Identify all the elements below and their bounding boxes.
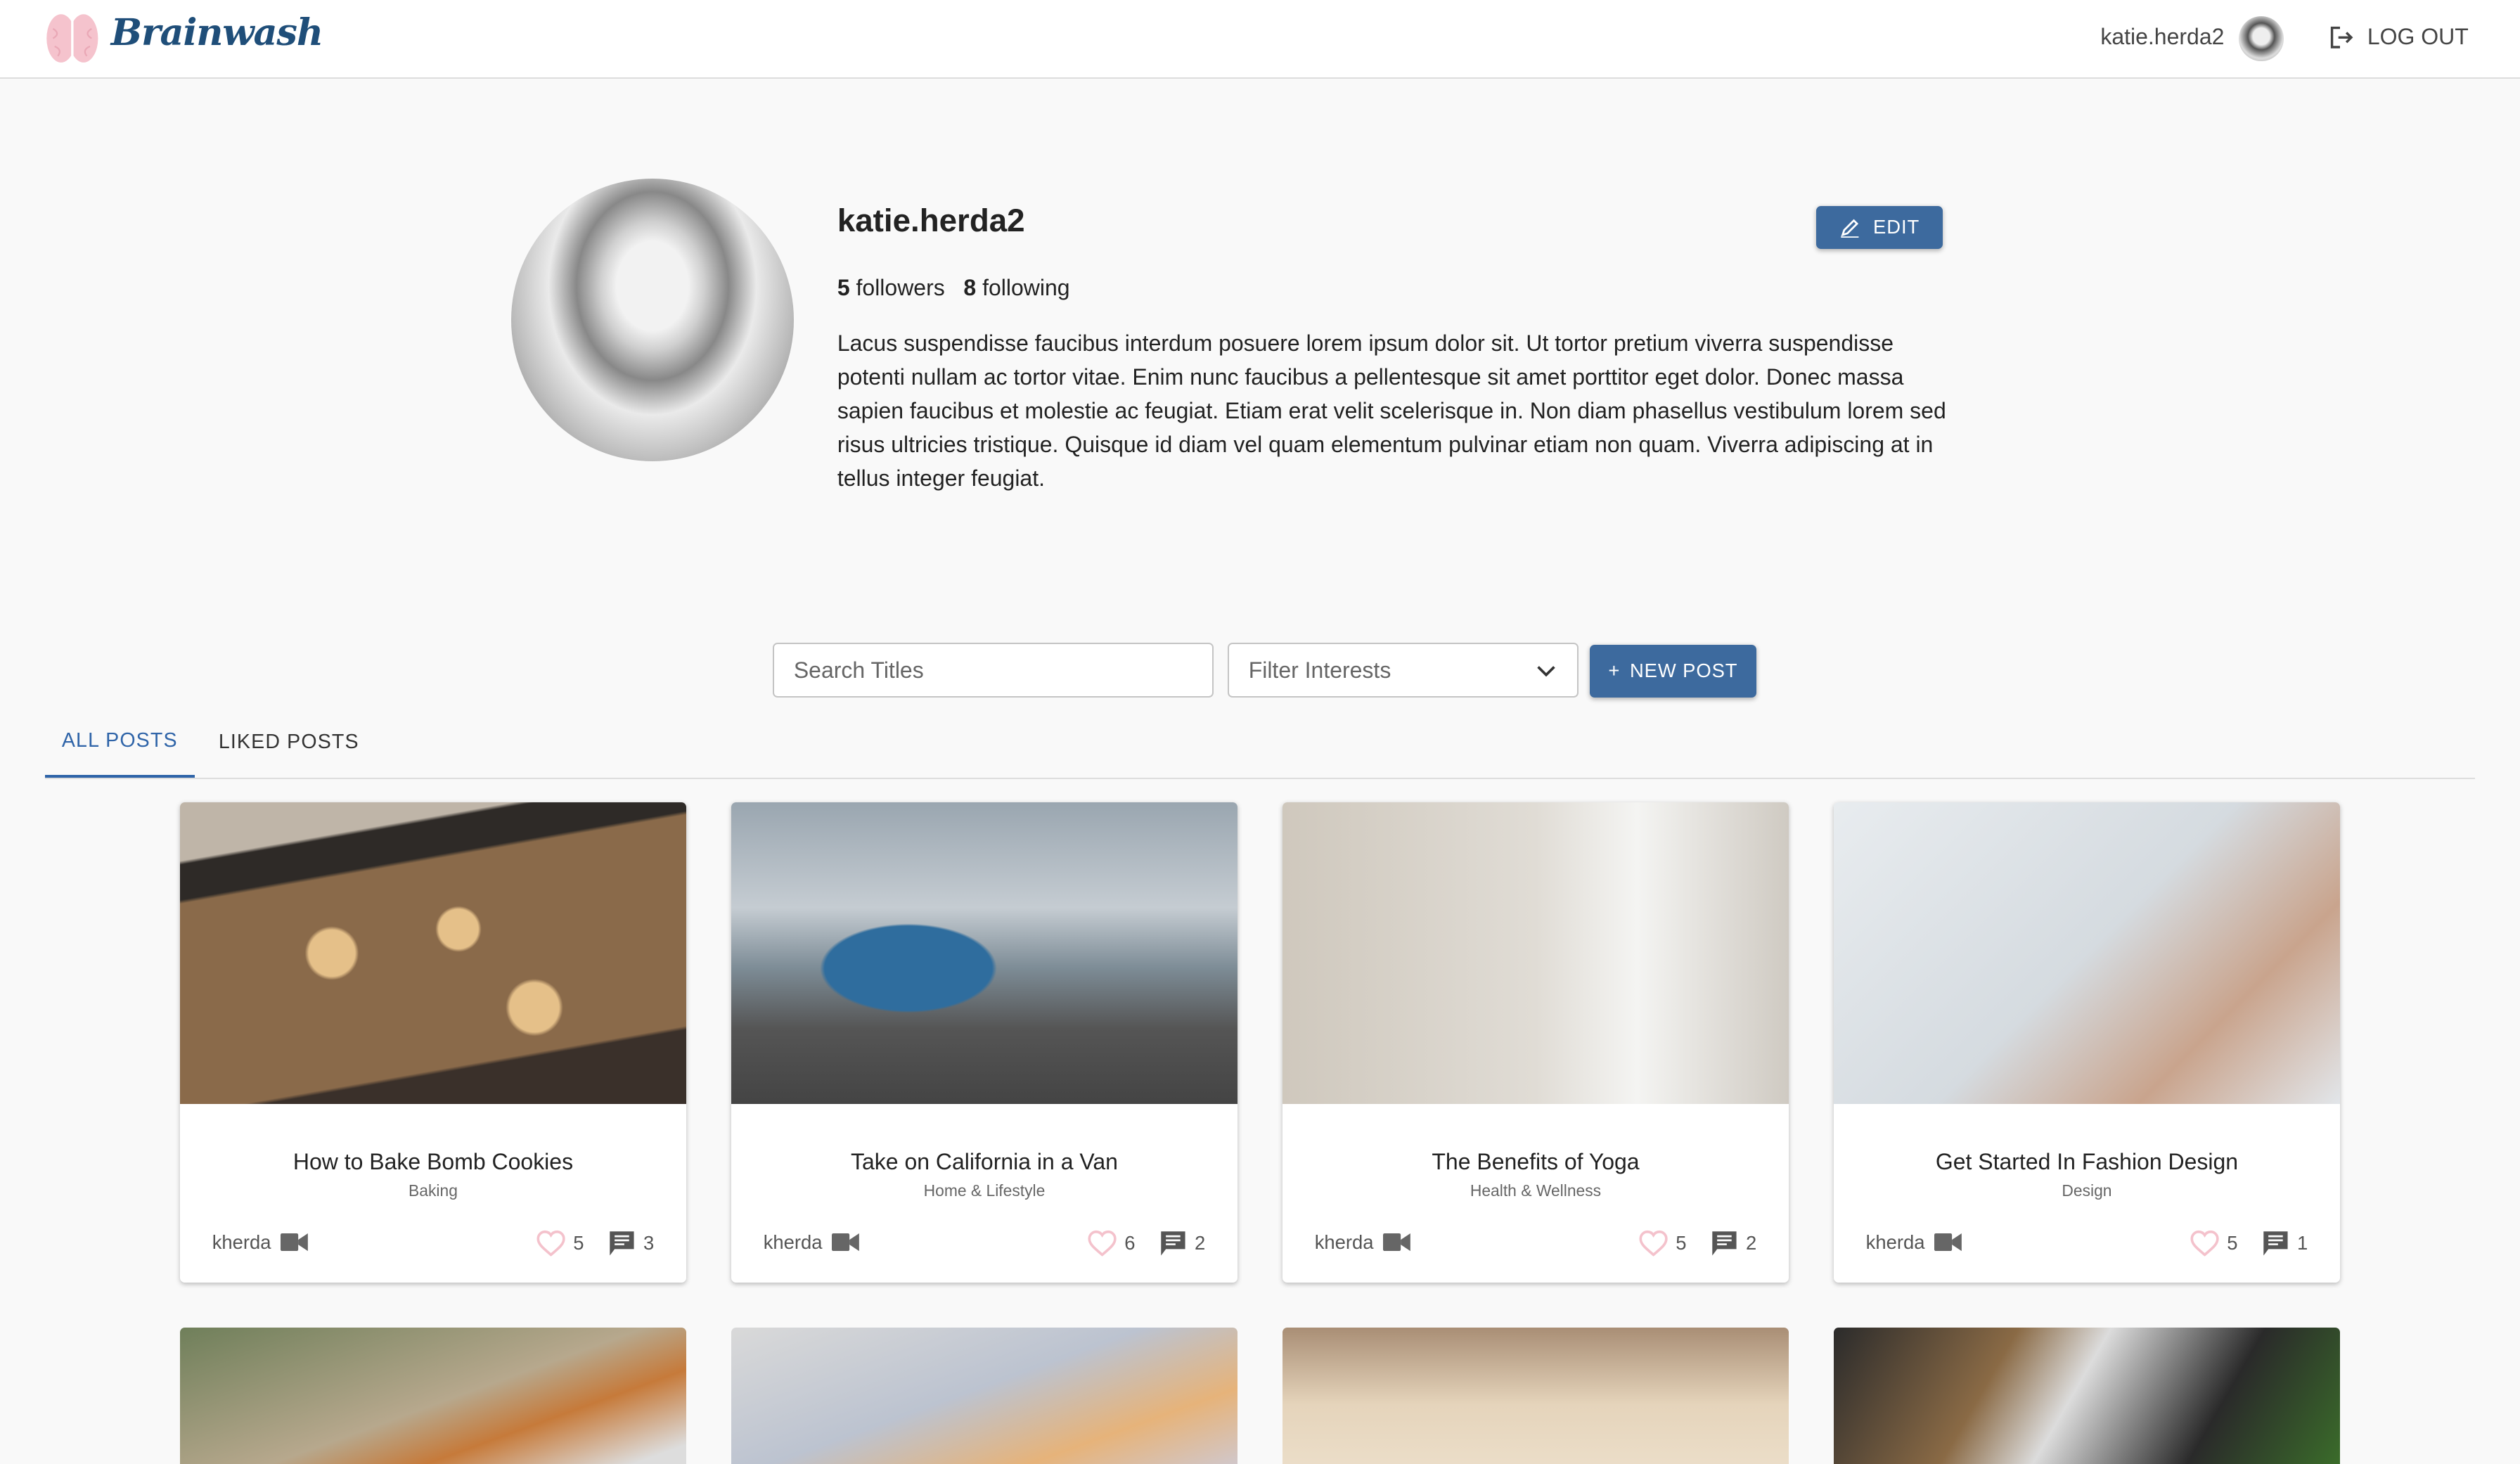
post-category: Health & Wellness	[1470, 1181, 1602, 1200]
comments-count: 2	[1746, 1231, 1757, 1254]
post-tabs: ALL POSTS LIKED POSTS	[44, 707, 2475, 780]
author-name[interactable]: kherda	[1866, 1231, 1925, 1254]
post-card[interactable]: How to Bake Bomb Cookies Baking kherda 5…	[179, 802, 686, 1283]
post-card-image[interactable]	[1282, 802, 1789, 1105]
filter-interests-select[interactable]: Filter Interests	[1228, 643, 1579, 698]
heart-icon[interactable]	[536, 1230, 565, 1257]
post-author: kherda	[1315, 1231, 1411, 1254]
followers-count[interactable]: 5	[837, 275, 850, 300]
post-title[interactable]: The Benefits of Yoga	[1282, 1149, 1789, 1175]
followers-label[interactable]: followers	[856, 275, 945, 300]
comment-icon[interactable]	[2262, 1230, 2289, 1257]
header-username[interactable]: katie.herda2	[2100, 24, 2224, 50]
post-card-image[interactable]	[1282, 1327, 1789, 1464]
video-icon	[1934, 1233, 1962, 1252]
post-author: kherda	[764, 1231, 860, 1254]
post-stats: 5 3	[536, 1230, 655, 1257]
new-post-label: NEW POST	[1629, 660, 1738, 682]
post-author: kherda	[1866, 1231, 1962, 1254]
logout-label: LOG OUT	[2367, 24, 2469, 50]
pencil-icon	[1841, 219, 1859, 238]
edit-profile-button[interactable]: EDIT	[1815, 205, 1943, 250]
post-stats: 5 2	[1639, 1230, 1757, 1257]
likes-count: 6	[1124, 1231, 1136, 1254]
header-avatar[interactable]	[2238, 15, 2284, 61]
logout-button[interactable]: LOG OUT	[2329, 24, 2469, 50]
chevron-down-icon	[1537, 666, 1555, 677]
post-title[interactable]: Get Started In Fashion Design	[1834, 1149, 2340, 1175]
search-titles-input[interactable]: Search Titles	[773, 643, 1214, 698]
comment-icon[interactable]	[608, 1230, 636, 1257]
post-category: Home & Lifestyle	[923, 1181, 1046, 1200]
post-card-image[interactable]	[731, 1327, 1238, 1464]
post-title[interactable]: How to Bake Bomb Cookies	[180, 1149, 686, 1175]
comments-count: 1	[2297, 1231, 2308, 1254]
top-nav: Brainwash katie.herda2 LOG OUT	[0, 0, 2520, 79]
likes-count: 5	[573, 1231, 584, 1254]
profile-bio: Lacus suspendisse faucibus interdum posu…	[837, 330, 1946, 491]
tab-liked-posts[interactable]: LIKED POSTS	[219, 707, 359, 778]
likes-count: 5	[1676, 1231, 1687, 1254]
profile-avatar	[510, 178, 795, 461]
new-post-button[interactable]: + NEW POST	[1589, 644, 1757, 698]
video-icon	[832, 1233, 860, 1252]
comments-count: 3	[643, 1231, 655, 1254]
post-stats: 5 1	[2190, 1230, 2308, 1257]
post-card-image[interactable]	[1833, 802, 2340, 1105]
tab-all-posts[interactable]: ALL POSTS	[44, 707, 195, 778]
comment-icon[interactable]	[1711, 1230, 1738, 1257]
heart-icon[interactable]	[1639, 1230, 1668, 1257]
author-name[interactable]: kherda	[1315, 1231, 1374, 1254]
following-count[interactable]: 8	[963, 275, 976, 300]
post-category: Design	[2062, 1181, 2112, 1200]
plus-icon: +	[1608, 660, 1621, 682]
post-card-image[interactable]	[1833, 1327, 2340, 1464]
post-card[interactable]: The Benefits of Yoga Health & Wellness k…	[1282, 802, 1789, 1283]
post-card-image[interactable]	[731, 802, 1238, 1105]
edit-label: EDIT	[1873, 216, 1920, 238]
comments-count: 2	[1195, 1231, 1206, 1254]
following-label[interactable]: following	[982, 275, 1069, 300]
author-name[interactable]: kherda	[764, 1231, 823, 1254]
post-card[interactable]: Get Started In Fashion Design Design khe…	[1833, 802, 2340, 1283]
logo[interactable]: Brainwash	[111, 11, 323, 54]
post-author: kherda	[212, 1231, 309, 1254]
profile-name: katie.herda2	[837, 202, 1025, 238]
video-icon	[281, 1233, 309, 1252]
comment-icon[interactable]	[1159, 1230, 1187, 1257]
logout-icon	[2330, 26, 2353, 49]
heart-icon[interactable]	[1088, 1230, 1117, 1257]
heart-icon[interactable]	[2190, 1230, 2219, 1257]
brain-logo-icon[interactable]	[45, 13, 100, 64]
post-card[interactable]: Take on California in a Van Home & Lifes…	[731, 802, 1238, 1283]
post-card-image[interactable]	[179, 1327, 686, 1464]
post-title[interactable]: Take on California in a Van	[731, 1149, 1238, 1175]
filter-placeholder: Filter Interests	[1248, 657, 1391, 683]
video-icon	[1383, 1233, 1411, 1252]
follow-stats: 5 followers 8 following	[837, 275, 1070, 301]
search-placeholder: Search Titles	[793, 657, 924, 683]
post-category: Baking	[409, 1181, 458, 1200]
post-stats: 6 2	[1088, 1230, 1206, 1257]
author-name[interactable]: kherda	[212, 1231, 271, 1254]
likes-count: 5	[2227, 1231, 2238, 1254]
post-card-image[interactable]	[179, 802, 686, 1105]
